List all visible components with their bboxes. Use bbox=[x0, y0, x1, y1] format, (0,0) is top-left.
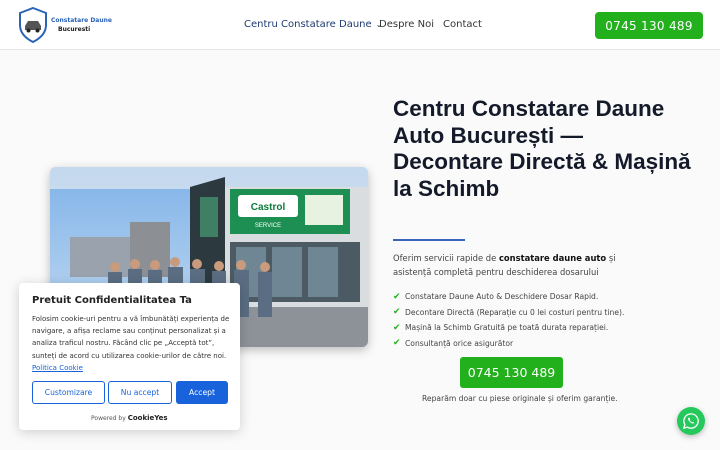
feature-list: ✔ Constatare Daune Auto & Deschidere Dosa… bbox=[393, 289, 624, 351]
feature-item: ✔ Constatare Daune Auto & Deschidere Dosa… bbox=[393, 289, 624, 305]
castrol-sign-text: Castrol bbox=[251, 202, 286, 213]
nav-item-despre-noi[interactable]: Despre Noi bbox=[379, 19, 434, 30]
feature-label: Consultanță orice asigurător bbox=[405, 338, 514, 348]
feature-item: ✔ Decontare Directă (Reparație cu 0 lei c… bbox=[393, 305, 624, 321]
customize-button[interactable]: Customizare bbox=[32, 381, 105, 404]
logo-line-2: Bucuresti bbox=[58, 26, 91, 33]
site-header: Constatare Daune Bucuresti Centru Consta… bbox=[0, 0, 720, 50]
check-icon: ✔ bbox=[393, 291, 401, 302]
nav-item-contact[interactable]: Contact bbox=[443, 19, 482, 30]
castrol-sign-sub: SERVICE bbox=[255, 223, 281, 229]
feature-item: ✔ Mașină la Schimb Gratuită pe toată dura… bbox=[393, 320, 624, 336]
check-icon: ✔ bbox=[393, 338, 401, 349]
cookieyes-brand[interactable]: CookieYes bbox=[128, 414, 168, 422]
hero-phone-button[interactable]: 0745 130 489 bbox=[460, 357, 563, 388]
cookie-policy-link[interactable]: Politica Cookie bbox=[32, 364, 83, 372]
feature-item: ✔ Consultanță orice asigurător bbox=[393, 336, 624, 352]
header-phone-button[interactable]: 0745 130 489 bbox=[595, 12, 703, 39]
whatsapp-icon bbox=[682, 413, 699, 430]
logo-line-1: Constatare Daune bbox=[51, 17, 112, 24]
nav-item-label: Contact bbox=[443, 19, 482, 30]
reject-button[interactable]: Nu accept bbox=[108, 381, 172, 404]
feature-label: Mașină la Schimb Gratuită pe toată durat… bbox=[405, 323, 609, 333]
nav-item-label: Centru Constatare Daune bbox=[244, 19, 372, 30]
check-icon: ✔ bbox=[393, 307, 401, 318]
whatsapp-button[interactable] bbox=[677, 407, 705, 435]
hero-title: Centru Constatare Daune Auto București —… bbox=[393, 96, 691, 201]
shield-logo-icon bbox=[19, 7, 47, 43]
title-divider bbox=[393, 239, 465, 241]
feature-label: Decontare Directă (Reparație cu 0 lei co… bbox=[405, 307, 625, 317]
hero-intro: Oferim servicii rapide de constatare dau… bbox=[393, 251, 633, 279]
check-icon: ✔ bbox=[393, 322, 401, 333]
accept-button[interactable]: Accept bbox=[176, 381, 228, 404]
cookie-consent-popup: Pretuit Confidentialitatea Ta Folosim co… bbox=[19, 283, 240, 430]
intro-text-before: Oferim servicii rapide de bbox=[393, 253, 499, 263]
site-logo[interactable]: Constatare Daune Bucuresti bbox=[18, 7, 112, 43]
nav-item-centru-constatare-daune[interactable]: Centru Constatare Daune ⌄ bbox=[244, 19, 382, 30]
nav-item-label: Despre Noi bbox=[379, 19, 435, 30]
cookie-body: Folosim cookie-uri pentru a vă îmbunătăț… bbox=[32, 315, 230, 360]
powered-prefix: Powered by bbox=[91, 415, 126, 422]
feature-label: Constatare Daune Auto & Deschidere Dosar… bbox=[405, 292, 599, 302]
guarantee-text: Reparăm doar cu piese originale și oferi… bbox=[422, 394, 618, 403]
cookie-title: Pretuit Confidentialitatea Ta bbox=[32, 295, 192, 306]
intro-text-bold: constatare daune auto bbox=[498, 253, 607, 263]
cookie-text: Folosim cookie-uri pentru a vă îmbunătăț… bbox=[32, 313, 232, 374]
powered-by: Powered by CookieYes bbox=[91, 414, 168, 422]
